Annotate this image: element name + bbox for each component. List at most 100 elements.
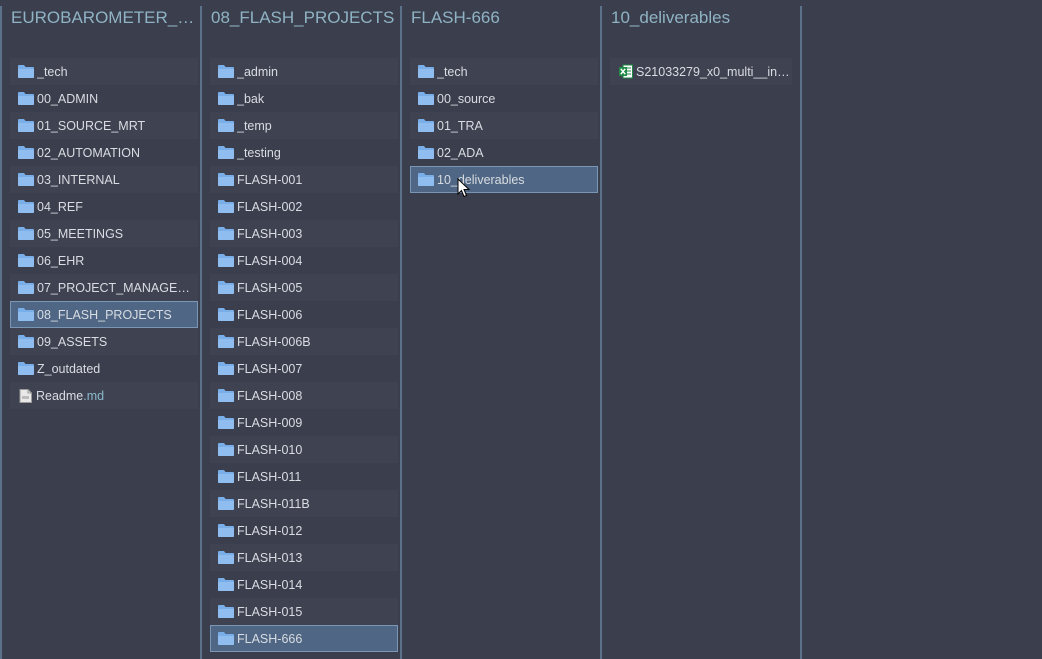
item-label: 07_PROJECT_MANAGEMENT xyxy=(37,280,198,295)
item-label: S21033279_x0_multi__intern... xyxy=(636,64,792,79)
excel-file-icon xyxy=(619,64,633,79)
item-label: 06_EHR xyxy=(37,253,85,268)
column-list: _tech 00_source 01_TRA 02_ADA 10_deliverable… xyxy=(410,58,598,193)
folder-item[interactable]: Z_outdated xyxy=(10,355,198,382)
folder-icon xyxy=(218,227,234,240)
column-browser: EUROBAROMETER_FL... _tech 00_ADMIN 01_SOUR… xyxy=(0,0,1042,659)
item-label: FLASH-012 xyxy=(237,523,303,538)
folder-icon xyxy=(218,443,234,456)
item-label: FLASH-006B xyxy=(237,334,311,349)
folder-item[interactable]: 02_AUTOMATION xyxy=(10,139,198,166)
item-label: _bak xyxy=(237,91,265,106)
folder-item[interactable]: FLASH-006B xyxy=(210,328,398,355)
folder-item[interactable]: FLASH-015 xyxy=(210,598,398,625)
folder-item[interactable]: 01_SOURCE_MRT xyxy=(10,112,198,139)
folder-item[interactable]: 03_INTERNAL xyxy=(10,166,198,193)
folder-item[interactable]: FLASH-013 xyxy=(210,544,398,571)
folder-item[interactable]: _temp xyxy=(210,112,398,139)
folder-icon xyxy=(218,362,234,375)
folder-item[interactable]: 02_ADA xyxy=(410,139,598,166)
folder-item[interactable]: FLASH-003 xyxy=(210,220,398,247)
column-root: EUROBAROMETER_FL... _tech 00_ADMIN 01_SOUR… xyxy=(0,6,198,659)
folder-item[interactable]: 05_MEETINGS xyxy=(10,220,198,247)
folder-item[interactable]: 04_REF xyxy=(10,193,198,220)
column-title: 10_deliverables xyxy=(611,8,731,27)
folder-icon xyxy=(18,281,34,294)
folder-icon xyxy=(18,146,34,159)
item-label: FLASH-007 xyxy=(237,361,303,376)
folder-item[interactable]: FLASH-001 xyxy=(210,166,398,193)
folder-item[interactable]: 01_TRA xyxy=(410,112,598,139)
item-label: 01_SOURCE_MRT xyxy=(37,118,146,133)
folder-item[interactable]: FLASH-010 xyxy=(210,436,398,463)
folder-icon xyxy=(218,146,234,159)
item-label: FLASH-015 xyxy=(237,604,303,619)
folder-item[interactable]: _tech xyxy=(10,58,198,85)
folder-item[interactable]: FLASH-007 xyxy=(210,355,398,382)
folder-icon xyxy=(218,254,234,267)
folder-item[interactable]: 10_deliverables xyxy=(410,166,598,193)
folder-item[interactable]: FLASH-008 xyxy=(210,382,398,409)
folder-item[interactable]: FLASH-012 xyxy=(210,517,398,544)
folder-icon xyxy=(18,308,34,321)
folder-item[interactable]: 00_ADMIN xyxy=(10,85,198,112)
item-label: 02_ADA xyxy=(437,145,484,160)
folder-icon xyxy=(18,200,34,213)
item-label: FLASH-005 xyxy=(237,280,303,295)
item-label: FLASH-008 xyxy=(237,388,303,403)
folder-item[interactable]: _testing xyxy=(210,139,398,166)
item-label: _tech xyxy=(437,64,468,79)
item-label: FLASH-006 xyxy=(237,307,303,322)
folder-icon xyxy=(218,632,234,645)
markdown-file-icon xyxy=(19,388,32,403)
folder-item[interactable]: FLASH-005 xyxy=(210,274,398,301)
item-label: FLASH-004 xyxy=(237,253,303,268)
item-label: FLASH-001 xyxy=(237,172,303,187)
folder-icon xyxy=(218,578,234,591)
folder-item[interactable]: FLASH-004 xyxy=(210,247,398,274)
item-label: 02_AUTOMATION xyxy=(37,145,141,160)
folder-icon xyxy=(418,92,434,105)
column-flash-projects: 08_FLASH_PROJECTS _admin _bak _temp _testin… xyxy=(200,6,398,659)
folder-item[interactable]: 07_PROJECT_MANAGEMENT xyxy=(10,274,198,301)
folder-icon xyxy=(418,119,434,132)
folder-item[interactable]: 08_FLASH_PROJECTS xyxy=(10,301,198,328)
item-label: Readme xyxy=(36,388,84,403)
folder-item[interactable]: FLASH-011 xyxy=(210,463,398,490)
item-label: _temp xyxy=(237,118,272,133)
item-label: 00_source xyxy=(437,91,496,106)
folder-icon xyxy=(418,146,434,159)
item-label: FLASH-011 xyxy=(237,469,302,484)
file-item[interactable]: Readme .md xyxy=(10,382,198,409)
folder-item[interactable]: 06_EHR xyxy=(10,247,198,274)
folder-icon xyxy=(18,92,34,105)
folder-item[interactable]: FLASH-009 xyxy=(210,409,398,436)
folder-item[interactable]: 09_ASSETS xyxy=(10,328,198,355)
folder-item[interactable]: _tech xyxy=(410,58,598,85)
folder-icon xyxy=(218,416,234,429)
folder-item[interactable]: FLASH-006 xyxy=(210,301,398,328)
item-label: FLASH-002 xyxy=(237,199,303,214)
folder-item[interactable]: _admin xyxy=(210,58,398,85)
folder-icon xyxy=(18,362,34,375)
folder-icon xyxy=(218,497,234,510)
folder-icon xyxy=(218,65,234,78)
item-label: Z_outdated xyxy=(37,361,101,376)
folder-item[interactable]: 00_source xyxy=(410,85,598,112)
folder-item[interactable]: FLASH-002 xyxy=(210,193,398,220)
folder-icon xyxy=(18,227,34,240)
column-divider[interactable] xyxy=(800,6,802,659)
folder-item[interactable]: FLASH-011B xyxy=(210,490,398,517)
excel-file-item[interactable]: S21033279_x0_multi__intern... xyxy=(610,58,792,85)
folder-icon xyxy=(218,173,234,186)
column-deliverables: 10_deliverables S21033279_x0_multi__inte… xyxy=(600,6,798,659)
folder-item[interactable]: FLASH-014 xyxy=(210,571,398,598)
folder-item[interactable]: FLASH-666 xyxy=(210,625,398,652)
folder-icon xyxy=(18,335,34,348)
item-label: FLASH-013 xyxy=(237,550,303,565)
folder-item[interactable]: _bak xyxy=(210,85,398,112)
column-list: _tech 00_ADMIN 01_SOURCE_MRT 02_AUTOMATION 0… xyxy=(10,58,198,409)
folder-icon xyxy=(418,65,434,78)
item-label: 08_FLASH_PROJECTS xyxy=(37,307,172,322)
item-label: FLASH-003 xyxy=(237,226,303,241)
